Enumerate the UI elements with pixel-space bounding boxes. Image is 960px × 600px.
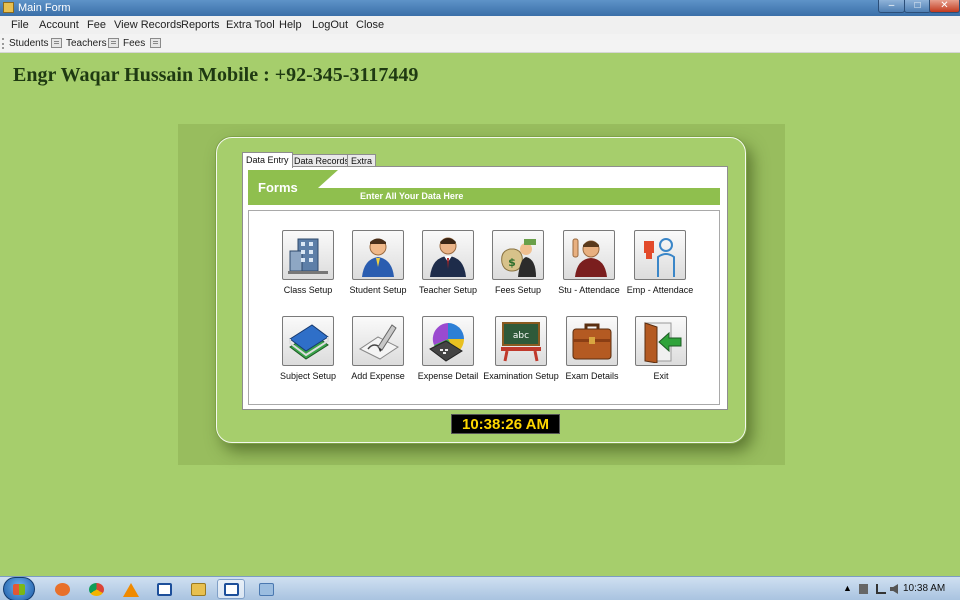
window-icon[interactable] (150, 579, 178, 599)
menu-help[interactable]: Help (279, 16, 302, 34)
tile-label: Examination Setup (483, 371, 559, 381)
briefcase-icon (572, 323, 612, 360)
examination-setup-tile[interactable]: abc Examination Setup (481, 316, 561, 381)
signal-icon[interactable] (876, 584, 886, 594)
start-button[interactable] (3, 577, 35, 600)
exit-tile[interactable]: Exit (621, 316, 701, 381)
banner-title: Forms (258, 180, 298, 195)
student-setup-button[interactable] (352, 230, 404, 280)
tile-label: Stu - Attendace (558, 285, 620, 295)
stu-attendance-button[interactable] (563, 230, 615, 280)
class-setup-button[interactable] (282, 230, 334, 280)
chrome-icon[interactable] (82, 579, 110, 599)
exam-details-tile[interactable]: Exam Details (552, 316, 632, 381)
class-setup-tile[interactable]: Class Setup (268, 230, 348, 295)
stu-attendance-tile[interactable]: Stu - Attendace (549, 230, 629, 295)
menu-view-records[interactable]: View Records (114, 16, 182, 34)
tile-label: Fees Setup (494, 285, 542, 295)
banner-subtitle: Enter All Your Data Here (360, 191, 464, 201)
fees-setup-button[interactable]: $ (492, 230, 544, 280)
teacher-setup-button[interactable] (422, 230, 474, 280)
explorer-icon[interactable] (184, 579, 212, 599)
subject-setup-tile[interactable]: Subject Setup (268, 316, 348, 381)
add-expense-button[interactable] (352, 316, 404, 366)
main-form-taskbar-button[interactable] (217, 579, 245, 599)
exit-door-icon (644, 322, 682, 363)
tile-label: Exit (653, 371, 669, 381)
teacher-icon (430, 237, 466, 277)
forms-banner: Forms Enter All Your Data Here (248, 170, 720, 205)
form-icon[interactable] (150, 38, 161, 48)
toolbar-grip[interactable] (2, 38, 4, 49)
tile-label: Expense Detail (417, 371, 479, 381)
raised-hand-icon (572, 238, 607, 277)
emp-attendance-button[interactable] (634, 230, 686, 280)
tile-label: Teacher Setup (418, 285, 478, 295)
network-icon[interactable] (859, 584, 868, 594)
expense-detail-button[interactable] (422, 316, 474, 366)
student-icon (362, 238, 394, 277)
form-icon[interactable] (108, 38, 119, 48)
tile-label: Add Expense (351, 371, 405, 381)
books-icon (289, 324, 329, 360)
maximize-button[interactable]: □ (904, 0, 931, 13)
taskbar-clock[interactable]: 10:38 AM (903, 577, 945, 600)
expense-detail-tile[interactable]: Expense Detail (408, 316, 488, 381)
menu-close[interactable]: Close (356, 16, 384, 34)
contact-heading: Engr Waqar Hussain Mobile : +92-345-3117… (13, 64, 419, 86)
tab-data-entry[interactable]: Data Entry (242, 152, 293, 168)
tile-label: Emp - Attendace (626, 285, 694, 295)
svg-text:abc: abc (513, 331, 529, 341)
employee-icon (644, 238, 675, 277)
money-bag-icon: $ (501, 239, 536, 277)
menu-file[interactable]: File (11, 16, 29, 34)
calculator-chart-icon (429, 323, 465, 362)
tile-label: Subject Setup (279, 371, 337, 381)
add-expense-tile[interactable]: Add Expense (338, 316, 418, 381)
app-window-icon (3, 2, 14, 13)
menu-bar: File Account Fee View Records Reports Ex… (0, 16, 960, 34)
blackboard-icon: abc (501, 322, 541, 362)
toolbar-teachers-button[interactable]: Teachers (66, 36, 107, 51)
app-icon[interactable] (252, 579, 280, 599)
window-title: Main Form (18, 2, 71, 14)
toolbar-fees-button[interactable]: Fees (123, 36, 145, 51)
menu-reports[interactable]: Reports (181, 16, 220, 34)
tile-label: Exam Details (565, 371, 619, 381)
exam-details-button[interactable] (566, 316, 618, 366)
exit-button[interactable] (635, 316, 687, 366)
menu-fee[interactable]: Fee (87, 16, 106, 34)
student-setup-tile[interactable]: Student Setup (338, 230, 418, 295)
menu-account[interactable]: Account (39, 16, 79, 34)
volume-icon[interactable] (890, 584, 898, 594)
toolbar: Students Teachers Fees (0, 34, 960, 53)
firefox-icon[interactable] (48, 579, 76, 599)
fees-setup-tile[interactable]: $ Fees Setup (478, 230, 558, 295)
menu-logout[interactable]: LogOut (312, 16, 348, 34)
vlc-icon[interactable] (116, 579, 144, 599)
emp-attendance-tile[interactable]: Emp - Attendace (620, 230, 700, 295)
tile-label: Student Setup (349, 285, 407, 295)
title-bar: Main Form – □ ✕ (0, 0, 960, 16)
building-icon (288, 238, 328, 274)
pencil-paper-icon (359, 324, 399, 360)
digital-clock: 10:38:26 AM (451, 414, 560, 434)
taskbar: ▲ 10:38 AM (0, 576, 960, 600)
examination-setup-button[interactable]: abc (495, 316, 547, 366)
toolbar-students-button[interactable]: Students (9, 36, 48, 51)
close-window-button[interactable]: ✕ (929, 0, 960, 13)
minimize-button[interactable]: – (878, 0, 905, 13)
tile-label: Class Setup (283, 285, 333, 295)
teacher-setup-tile[interactable]: Teacher Setup (408, 230, 488, 295)
tray-expand-icon[interactable]: ▲ (843, 583, 853, 593)
svg-text:$: $ (508, 256, 516, 269)
subject-setup-button[interactable] (282, 316, 334, 366)
menu-extra-tool[interactable]: Extra Tool (226, 16, 275, 34)
form-icon[interactable] (51, 38, 62, 48)
